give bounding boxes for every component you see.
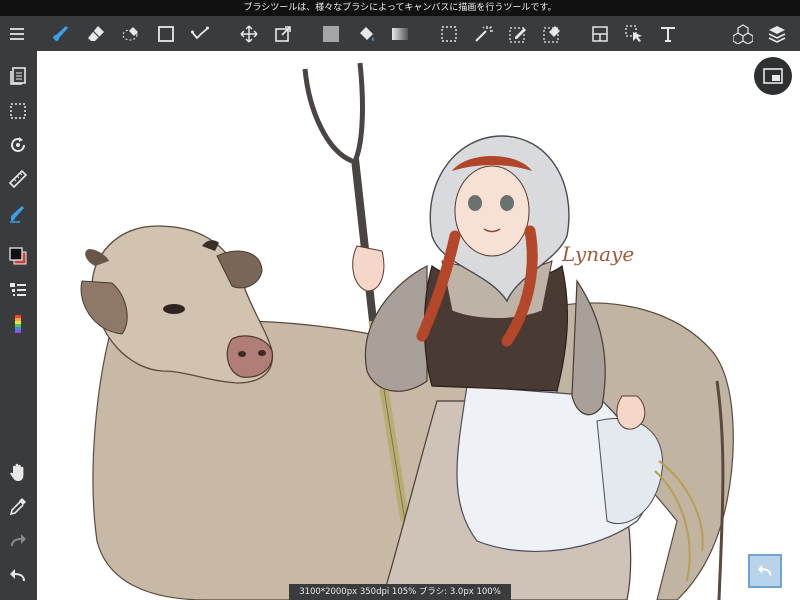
canvas-status-bar: 3100*2000px 350dpi 105% ブラシ: 3.0px 100%	[289, 584, 511, 600]
hand-icon[interactable]	[6, 460, 30, 484]
undo-arrow-icon	[757, 564, 772, 576]
navigator-button[interactable]	[754, 57, 792, 95]
eyedropper-icon[interactable]	[6, 494, 30, 518]
bucket-icon[interactable]	[354, 22, 378, 46]
move-icon[interactable]	[237, 22, 261, 46]
navigator-icon	[763, 68, 783, 84]
brush-icon[interactable]	[50, 22, 74, 46]
selection-icon[interactable]	[437, 22, 461, 46]
fill-color-icon[interactable]	[319, 22, 343, 46]
drawing-canvas[interactable]: Lynaye	[37, 51, 800, 600]
artwork: Lynaye	[80, 62, 734, 600]
pages-icon[interactable]	[6, 64, 30, 88]
select-arrow-icon[interactable]	[622, 22, 646, 46]
gradient-icon[interactable]	[388, 22, 412, 46]
rotate-icon[interactable]	[6, 133, 30, 157]
tooltip-bar: ブラシツールは、様々なブラシによってキャンバスに描画を行うツールです。	[0, 0, 800, 16]
brush-size-icon[interactable]	[6, 278, 30, 302]
floating-undo-button[interactable]	[748, 554, 782, 588]
lasso-eraser-icon[interactable]	[119, 22, 143, 46]
redo-icon[interactable]	[6, 529, 30, 553]
artist-signature: Lynaye	[561, 242, 634, 266]
layout-icon[interactable]	[588, 22, 612, 46]
menu-icon[interactable]	[5, 22, 29, 46]
layers-icon[interactable]	[765, 22, 789, 46]
left-sidebar	[0, 51, 37, 600]
rectangle-icon[interactable]	[154, 22, 178, 46]
undo-icon[interactable]	[6, 564, 30, 588]
transform-icon[interactable]	[271, 22, 295, 46]
top-toolbar	[0, 16, 800, 51]
magic-wand-icon[interactable]	[471, 22, 495, 46]
select-eraser-icon[interactable]	[540, 22, 564, 46]
eraser-icon[interactable]	[84, 22, 108, 46]
select-pen-icon[interactable]	[506, 22, 530, 46]
selection-tool-icon[interactable]	[6, 99, 30, 123]
color-icon[interactable]	[6, 244, 30, 268]
material-icon[interactable]	[731, 22, 755, 46]
text-icon[interactable]	[656, 22, 680, 46]
brush-tool-icon[interactable]	[6, 202, 30, 226]
palette-icon[interactable]	[6, 312, 30, 336]
ruler-icon[interactable]	[6, 167, 30, 191]
snap-icon[interactable]	[188, 22, 212, 46]
